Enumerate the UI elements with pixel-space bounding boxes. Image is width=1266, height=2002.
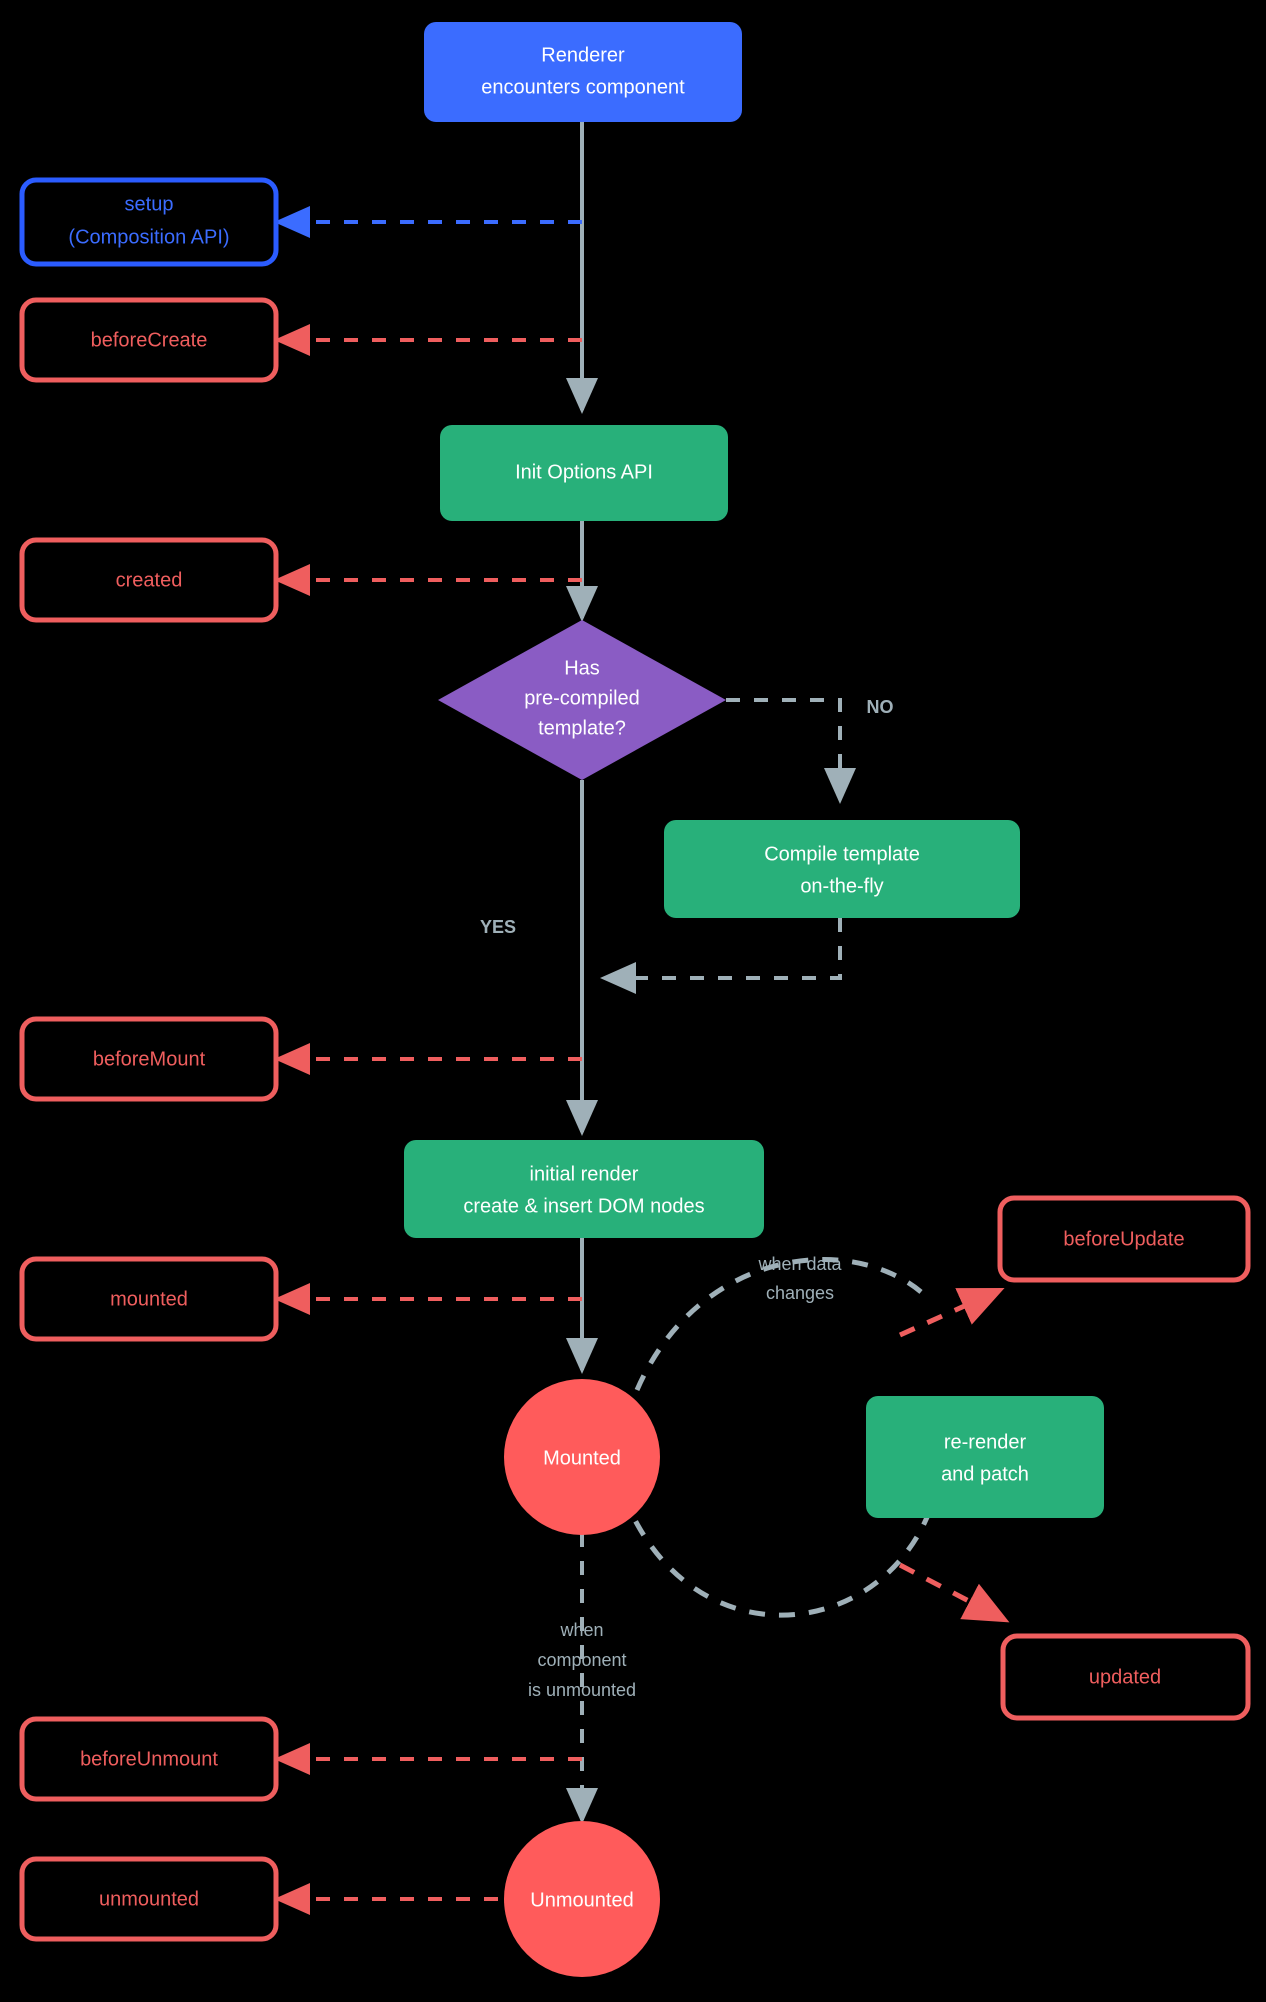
node-mounted-state-label: Mounted	[543, 1447, 621, 1469]
node-init-options-api-label: Init Options API	[515, 461, 653, 483]
node-setup-line2: (Composition API)	[68, 226, 229, 248]
node-renderer-line1: Renderer	[541, 44, 625, 66]
node-renderer-line2: encounters component	[481, 76, 685, 98]
node-created[interactable]: created	[19, 537, 279, 623]
node-before-unmount-label: beforeUnmount	[80, 1748, 218, 1770]
node-before-update[interactable]: beforeUpdate	[997, 1195, 1251, 1283]
edge-label-when-unmounted-line1: when	[559, 1620, 603, 1640]
node-unmounted-state-label: Unmounted	[530, 1889, 633, 1911]
node-initial-render[interactable]: initial render create & insert DOM nodes	[404, 1140, 764, 1238]
node-decision-line1: Has	[564, 657, 600, 679]
node-compile-template[interactable]: Compile template on-the-fly	[664, 820, 1020, 918]
node-init-options-api[interactable]: Init Options API	[440, 425, 728, 521]
node-updated-label: updated	[1089, 1666, 1161, 1688]
edge-label-when-unmounted-line3: is unmounted	[528, 1680, 636, 1700]
node-decision-line3: template?	[538, 717, 626, 739]
node-mounted-hook-label: mounted	[110, 1288, 188, 1310]
node-mounted-state[interactable]: Mounted	[504, 1379, 660, 1535]
node-unmounted-state[interactable]: Unmounted	[504, 1821, 660, 1977]
node-decision-line2: pre-compiled	[524, 687, 640, 709]
node-rerender-line2: and patch	[941, 1463, 1029, 1485]
node-before-update-label: beforeUpdate	[1063, 1228, 1184, 1250]
node-initial-render-line2: create & insert DOM nodes	[463, 1195, 704, 1217]
node-before-create-label: beforeCreate	[91, 329, 208, 351]
node-created-label: created	[116, 569, 183, 591]
edge-label-yes: YES	[480, 917, 516, 937]
node-compile-template-line2: on-the-fly	[800, 875, 883, 897]
node-setup[interactable]: setup (Composition API)	[19, 177, 279, 267]
edge-label-when-data-changes-line1: when data	[757, 1254, 842, 1274]
node-before-unmount[interactable]: beforeUnmount	[19, 1716, 279, 1802]
node-renderer[interactable]: Renderer encounters component	[424, 22, 742, 122]
node-initial-render-line1: initial render	[530, 1163, 639, 1185]
node-setup-line1: setup	[125, 193, 174, 215]
edge-label-no: NO	[867, 697, 894, 717]
node-unmounted-hook[interactable]: unmounted	[19, 1856, 279, 1942]
node-rerender-and-patch[interactable]: re-render and patch	[866, 1396, 1104, 1518]
node-before-create[interactable]: beforeCreate	[19, 297, 279, 383]
edge-label-when-unmounted-line2: component	[537, 1650, 626, 1670]
node-rerender-line1: re-render	[944, 1431, 1027, 1453]
node-before-mount[interactable]: beforeMount	[19, 1016, 279, 1102]
node-updated[interactable]: updated	[1000, 1633, 1251, 1721]
node-mounted-hook[interactable]: mounted	[19, 1256, 279, 1342]
node-unmounted-hook-label: unmounted	[99, 1888, 199, 1910]
edge-label-when-data-changes-line2: changes	[766, 1283, 834, 1303]
node-before-mount-label: beforeMount	[93, 1048, 206, 1070]
lifecycle-diagram: Renderer encounters component setup (Com…	[0, 0, 1266, 2002]
node-compile-template-line1: Compile template	[764, 843, 920, 865]
